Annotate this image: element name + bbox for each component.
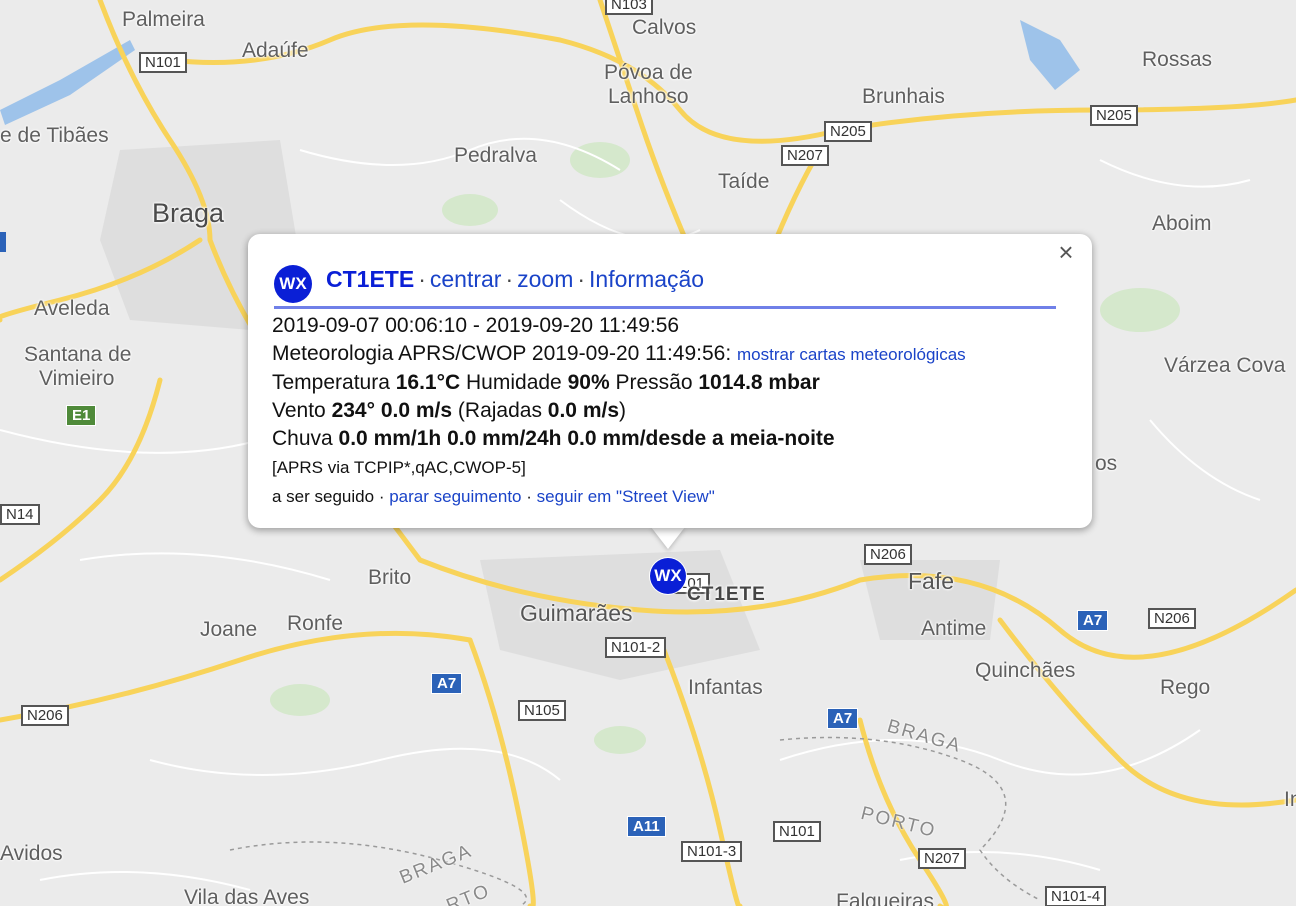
- center-link[interactable]: centrar: [430, 266, 502, 292]
- place-label: Brunhais: [862, 85, 945, 108]
- rain-value: 0.0 mm/1h 0.0 mm/24h 0.0 mm/desde a meia…: [338, 427, 835, 450]
- road-shield: N206: [864, 544, 912, 565]
- place-label: Vila das Aves: [184, 886, 310, 906]
- station-marker-label[interactable]: CT1ETE: [687, 584, 766, 606]
- callsign-link[interactable]: CT1ETE: [326, 266, 414, 292]
- separator: ·: [526, 487, 532, 506]
- road-shield: A7: [1077, 610, 1109, 631]
- place-label: Quinchães: [975, 659, 1076, 682]
- separator: ·: [418, 266, 426, 292]
- road-shield: A7: [827, 708, 859, 729]
- road-shield: A7: [431, 673, 463, 694]
- gust-label: (Rajadas: [457, 399, 542, 422]
- infowindow-body: 2019-09-07 00:06:10 - 2019-09-20 11:49:5…: [272, 312, 1072, 511]
- temperature-value: 16.1°C: [395, 371, 461, 394]
- place-label: Ronfe: [287, 612, 344, 635]
- place-label: Avidos: [0, 842, 63, 865]
- road-shield: N14: [0, 504, 40, 525]
- place-label: Braga: [152, 198, 225, 228]
- place-label: Lanhoso: [608, 85, 689, 108]
- close-icon[interactable]: ×: [1054, 239, 1078, 265]
- road-shield: E1: [66, 405, 97, 426]
- temperature-label: Temperatura: [272, 371, 390, 394]
- separator: ·: [378, 487, 385, 506]
- place-label: Aveleda: [34, 297, 110, 320]
- road-shield: N101-4: [1045, 886, 1107, 906]
- infowindow-links: CT1ETE · centrar · zoom · Informação: [326, 266, 704, 293]
- humidity-label: Humidade: [466, 371, 562, 394]
- pressure-label: Pressão: [615, 371, 693, 394]
- road-shield: N105: [518, 700, 566, 721]
- separator: ·: [505, 266, 514, 292]
- place-label: Pedralva: [454, 144, 537, 167]
- road-shield: N101-3: [681, 841, 743, 862]
- gust-value: 0.0 m/s: [547, 399, 620, 422]
- place-label: os: [1095, 452, 1118, 475]
- place-label: Santana de: [24, 343, 132, 366]
- place-label: Aboim: [1152, 212, 1212, 235]
- wind-value: 234° 0.0 m/s: [331, 399, 453, 422]
- rain-row: Chuva 0.0 mm/1h 0.0 mm/24h 0.0 mm/desde …: [272, 425, 1072, 453]
- tracking-status: a ser seguido: [272, 487, 375, 506]
- road-shield: N101-2: [605, 637, 667, 658]
- place-label: Rossas: [1142, 48, 1213, 71]
- station-marker[interactable]: WX: [650, 558, 686, 594]
- gust-close: ): [619, 399, 627, 422]
- place-label: Várzea Cova: [1164, 354, 1286, 377]
- road-shield: N207: [918, 848, 966, 869]
- place-label: Calvos: [632, 16, 697, 39]
- place-label: Guimarães: [520, 600, 633, 626]
- place-label: Adaúfe: [242, 39, 309, 62]
- road-shield: A11: [627, 816, 666, 837]
- weather-header-row: Meteorologia APRS/CWOP 2019-09-20 11:49:…: [272, 340, 1072, 369]
- place-label: Antime: [921, 617, 987, 640]
- separator: ·: [577, 266, 586, 292]
- rain-label: Chuva: [272, 427, 333, 450]
- temperature-row: Temperatura 16.1°C Humidade 90% Pressão …: [272, 369, 1072, 397]
- place-label: Póvoa de: [604, 61, 693, 84]
- weather-station-icon: WX: [274, 265, 312, 303]
- road-shield: N103: [605, 0, 653, 15]
- pressure-value: 1014.8 mbar: [698, 371, 820, 394]
- road-shield: N205: [824, 121, 872, 142]
- place-label: Infantas: [688, 676, 763, 699]
- tracking-row: a ser seguido · parar seguimento · segui…: [272, 482, 1072, 511]
- station-infowindow: × WX CT1ETE · centrar · zoom · Informação 2019…: [248, 234, 1092, 528]
- place-label: Joane: [200, 618, 258, 641]
- road-shield: N206: [21, 705, 69, 726]
- road-shield: N101: [139, 52, 187, 73]
- info-link[interactable]: Informação: [589, 266, 704, 292]
- place-label: In: [1284, 788, 1296, 811]
- infowindow-tail: [651, 527, 685, 549]
- time-range: 2019-09-07 00:06:10 - 2019-09-20 11:49:5…: [272, 314, 680, 337]
- road-shield: N206: [1148, 608, 1196, 629]
- weather-charts-link[interactable]: mostrar cartas meteorológicas: [737, 345, 966, 364]
- place-label: Rego: [1160, 676, 1211, 699]
- place-label: e de Tibães: [0, 124, 109, 147]
- wind-row: Vento 234° 0.0 m/s (Rajadas 0.0 m/s): [272, 397, 1072, 425]
- weather-header-text: Meteorologia APRS/CWOP 2019-09-20 11:49:…: [272, 342, 732, 365]
- zoom-link[interactable]: zoom: [517, 266, 573, 292]
- road-shield: N205: [1090, 105, 1138, 126]
- infowindow-header: WX CT1ETE · centrar · zoom · Informação: [274, 262, 1056, 309]
- road-shield: N101: [773, 821, 821, 842]
- place-label: Brito: [368, 566, 412, 589]
- place-label: Palmeira: [122, 8, 205, 31]
- stop-tracking-link[interactable]: parar seguimento: [389, 487, 521, 506]
- place-label: Taíde: [718, 170, 770, 193]
- wind-label: Vento: [272, 399, 326, 422]
- place-label: Vimieiro: [39, 367, 115, 390]
- aprs-path: [APRS via TCPIP*,qAC,CWOP-5]: [272, 458, 526, 477]
- street-view-link[interactable]: seguir em "Street View": [537, 487, 715, 506]
- place-label: Fafe: [908, 568, 955, 594]
- road-shield: N207: [781, 145, 829, 166]
- humidity-value: 90%: [567, 371, 610, 394]
- place-label: Falgueiras: [836, 890, 935, 906]
